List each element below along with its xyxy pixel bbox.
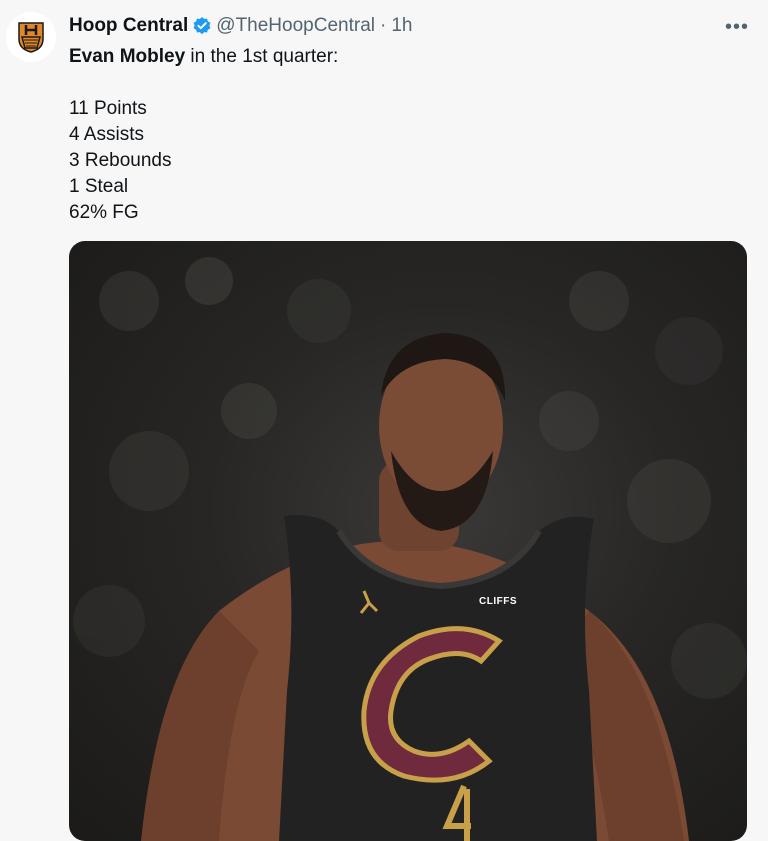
tweet-text: Evan Mobley in the 1st quarter: 11 Point… <box>69 44 729 226</box>
stat-line: 3 Rebounds <box>69 150 172 171</box>
stat-line: 11 Points <box>69 98 147 119</box>
tweet-intro-line: Evan Mobley in the 1st quarter: <box>69 44 729 70</box>
player-name: Evan Mobley <box>69 46 186 67</box>
stat-line: 1 Steal <box>69 176 129 197</box>
stats-list: 11 Points 4 Assists 3 Rebounds 1 Steal 6… <box>69 96 729 226</box>
stat-line: 4 Assists <box>69 124 144 145</box>
timestamp[interactable]: 1h <box>391 15 412 37</box>
hoop-central-logo-icon <box>18 22 44 53</box>
stat-line: 62% FG <box>69 202 139 223</box>
author-handle[interactable]: @TheHoopCentral <box>216 15 375 37</box>
intro-rest: in the 1st quarter: <box>185 46 339 67</box>
separator-dot: · <box>379 15 387 36</box>
tweet-media-photo[interactable]: CLIFFS <box>69 241 747 841</box>
avatar[interactable] <box>6 12 56 62</box>
tweet-header: Hoop Central @TheHoopCentral · 1h <box>69 14 412 38</box>
more-options-icon[interactable]: ••• <box>722 14 752 40</box>
player-photo <box>73 257 747 841</box>
jersey-patch-text: CLIFFS <box>479 596 517 607</box>
author-name[interactable]: Hoop Central <box>69 15 188 37</box>
verified-badge-icon <box>192 16 212 36</box>
